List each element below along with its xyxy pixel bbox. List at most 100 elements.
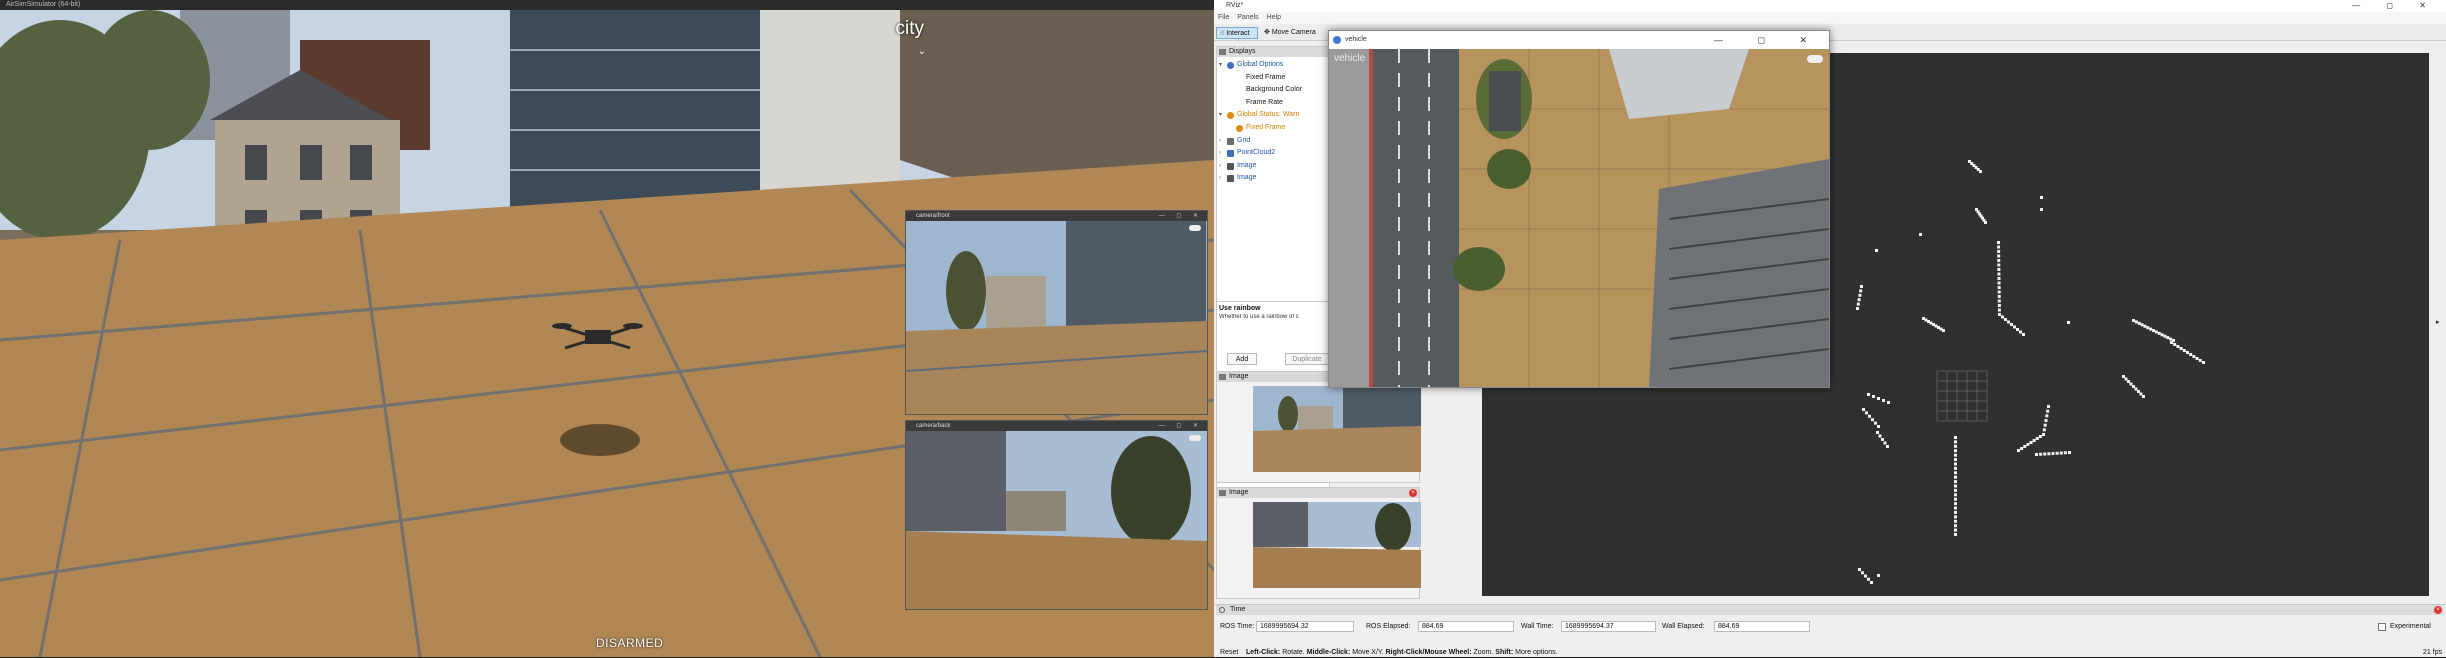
menu-file[interactable]: File: [1218, 14, 1229, 21]
vehicle-window-titlebar[interactable]: vehicle — ◻ ✕: [1329, 31, 1829, 49]
point: [2043, 452, 2047, 456]
ros-time-field[interactable]: 1689995694.32: [1256, 621, 1354, 632]
display-tree-label: Image: [1237, 161, 1257, 169]
point: [2019, 330, 2022, 334]
back-camera-image: [906, 431, 1207, 609]
display-tree-row[interactable]: ▾ Global Options: [1217, 59, 1329, 71]
point: [1979, 170, 1982, 173]
display-tree-row[interactable]: Frame Rate: [1217, 97, 1329, 109]
point: [1997, 259, 2001, 262]
move-camera-tool-button[interactable]: ✥ Move Camera: [1261, 27, 1321, 39]
chevron-right-icon[interactable]: ›: [1219, 160, 1225, 172]
point: [2182, 349, 2186, 352]
back-camera-window-controls[interactable]: — ◻ ✕: [1159, 421, 1203, 431]
tree: [1453, 247, 1505, 291]
point: [2195, 357, 2199, 360]
front-camera-window-controls[interactable]: — ◻ ✕: [1159, 211, 1203, 221]
warning-icon: [1227, 112, 1234, 120]
display-tree-row[interactable]: › Grid: [1217, 135, 1329, 147]
front-camera-window[interactable]: camera/front — ◻ ✕: [905, 210, 1208, 415]
point: [1865, 411, 1868, 415]
glass-tower: [510, 10, 760, 220]
display-tree-row[interactable]: › PointCloud2: [1217, 147, 1329, 159]
point: [1954, 462, 1957, 466]
point: [2189, 353, 2193, 356]
point: [1954, 484, 1957, 488]
drone-shadow: [560, 424, 640, 456]
point: [1883, 441, 1887, 445]
close-icon[interactable]: ×: [2434, 606, 2442, 614]
point: [2059, 451, 2063, 455]
display-tree-row[interactable]: Fixed Frame: [1217, 72, 1329, 84]
point: [1856, 302, 1860, 306]
front-camera-title[interactable]: camera/front — ◻ ✕: [906, 211, 1207, 221]
point: [2137, 321, 2141, 325]
display-tree-row[interactable]: ▾ Global Status: Warn: [1217, 109, 1329, 121]
point: [2140, 323, 2144, 327]
chevron-right-icon[interactable]: ›: [1219, 135, 1225, 147]
point: [1872, 395, 1875, 398]
point: [1867, 577, 1870, 581]
point: [1997, 308, 2001, 312]
front-camera-title-text: camera/front: [916, 213, 950, 219]
point: [1997, 304, 2001, 307]
vehicle-window-controls[interactable]: — ◻ ✕: [1714, 31, 1823, 49]
menu-help[interactable]: Help: [1267, 14, 1281, 21]
point: [1858, 293, 1862, 297]
back-camera-window[interactable]: camera/back — ◻ ✕: [905, 420, 1208, 610]
chevron-down-icon[interactable]: ▾: [1219, 59, 1225, 71]
chevron-down-icon[interactable]: ▾: [1219, 109, 1225, 121]
point: [2046, 409, 2050, 413]
back-camera-toggle[interactable]: [1189, 435, 1201, 441]
point: [2192, 355, 2196, 358]
experimental-label: Experimental: [2390, 623, 2431, 630]
chevron-right-icon[interactable]: ›: [1219, 172, 1225, 184]
point: [1997, 245, 2001, 249]
display-tree-row[interactable]: Fixed Frame: [1217, 122, 1329, 134]
point: [2047, 452, 2051, 456]
experimental-checkbox[interactable]: [2378, 623, 2386, 631]
display-tree-row[interactable]: Background Color: [1217, 84, 1329, 96]
display-tree-row[interactable]: › Image: [1217, 172, 1329, 184]
point: [2043, 423, 2047, 427]
vehicle-view-toggle[interactable]: [1807, 55, 1823, 63]
point: [1870, 581, 1873, 584]
point: [1876, 431, 1879, 434]
hint-shift-action: More options.: [1515, 649, 1558, 656]
vehicle-image-window[interactable]: vehicle — ◻ ✕ vehicle: [1328, 30, 1830, 388]
point: [1997, 263, 2001, 267]
interact-tool-button[interactable]: ☝ Interact: [1216, 27, 1258, 39]
image-panel-view: [1253, 386, 1421, 472]
front-camera-toggle[interactable]: [1189, 225, 1201, 231]
menu-bar: File Panels Help: [1214, 12, 2446, 24]
time-panel-title: Time: [1230, 606, 1246, 613]
simulator-window: AirSimSimulator (64-bit) city ⌄ DISARMED…: [0, 0, 1214, 657]
reset-button[interactable]: Reset: [1220, 647, 1238, 658]
displays-header-label: Displays: [1229, 48, 1256, 55]
red-lane-edge: [1369, 49, 1373, 387]
wall-time-field[interactable]: 1689995694.37: [1561, 621, 1656, 632]
wall-elapsed-field[interactable]: 884.69: [1714, 621, 1810, 632]
rviz-window-controls[interactable]: — ◻ ✕: [2352, 0, 2438, 12]
close-icon[interactable]: ×: [1409, 489, 1417, 497]
mouse-hint: Left-Click: Rotate. Middle-Click: Move X…: [1246, 647, 1558, 658]
interact-tool-label: Interact: [1226, 30, 1250, 37]
hint-middle-click-action: Move X/Y.: [1352, 649, 1384, 656]
location-label[interactable]: city: [896, 18, 925, 40]
point: [1954, 480, 1957, 484]
point: [2154, 330, 2158, 334]
point: [1875, 249, 1878, 252]
chevron-down-icon[interactable]: ⌄: [918, 46, 926, 57]
front-camera-image: [905, 221, 1208, 414]
back-camera-title[interactable]: camera/back — ◻ ✕: [906, 421, 1207, 431]
add-display-button[interactable]: Add: [1227, 353, 1257, 365]
menu-panels[interactable]: Panels: [1237, 14, 1258, 21]
point: [1942, 329, 1945, 332]
ros-elapsed-field[interactable]: 884.69: [1418, 621, 1514, 632]
chevron-right-icon[interactable]: ›: [1219, 147, 1225, 159]
image-panel-header: Image ×: [1217, 488, 1419, 498]
duplicate-display-button[interactable]: Duplicate: [1285, 353, 1329, 365]
display-tree-row[interactable]: › Image: [1217, 160, 1329, 172]
chevron-right-icon[interactable]: ▸: [2436, 318, 2440, 326]
back-camera-title-text: camera/back: [916, 423, 951, 429]
